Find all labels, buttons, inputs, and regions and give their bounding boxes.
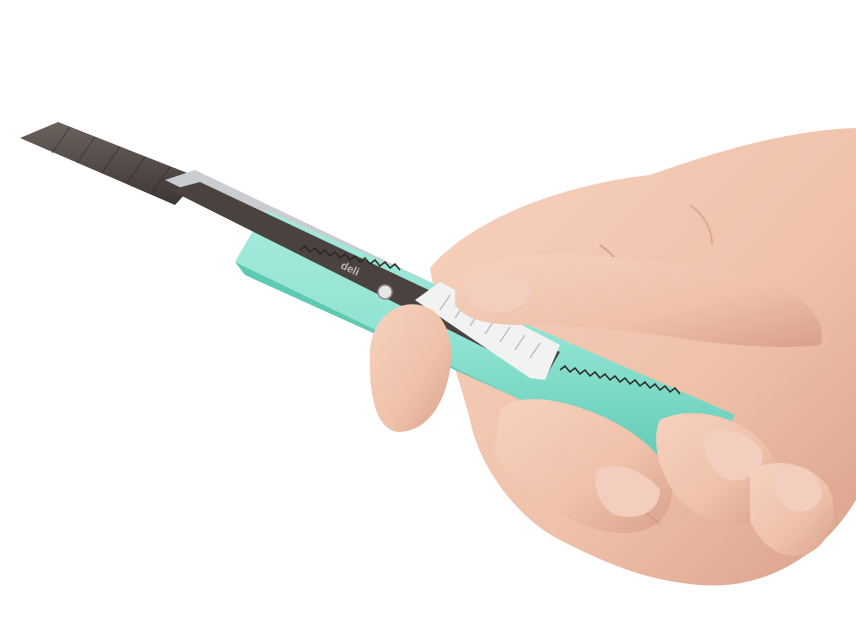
rivet bbox=[377, 284, 393, 300]
photo-scene: deli bbox=[0, 0, 856, 621]
